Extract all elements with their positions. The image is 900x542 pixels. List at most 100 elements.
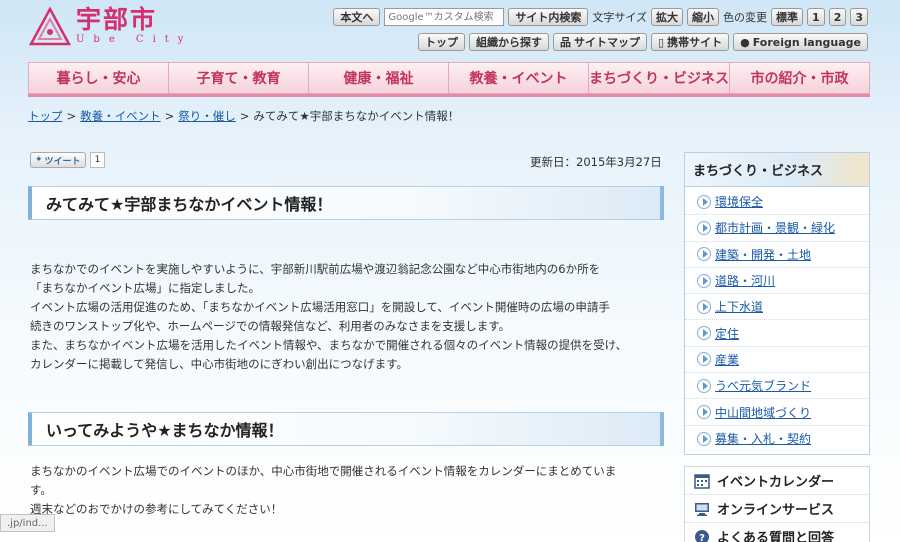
site-search-button[interactable]: サイト内検索 bbox=[508, 8, 589, 26]
org-search-button[interactable]: 組織から探す bbox=[469, 33, 550, 51]
breadcrumb-separator: > bbox=[66, 109, 77, 123]
sidebar-item-label: うべ元気ブランド bbox=[715, 379, 812, 394]
sidebar-item-roads-rivers[interactable]: 道路・河川 bbox=[685, 268, 869, 295]
gnav-item-health-welfare[interactable]: 健康・福祉 bbox=[309, 63, 449, 93]
arrow-right-icon bbox=[697, 431, 711, 446]
sidebar-quick-links: イベントカレンダー オンラインサービス ? よくある質問と回答 bbox=[684, 466, 870, 542]
color-standard-button[interactable]: 標準 bbox=[771, 8, 804, 26]
section-line: まちなかのイベント広場でのイベントのほか、中心市街地で開催されるイベント情報をカ… bbox=[30, 464, 617, 478]
breadcrumb-separator: > bbox=[239, 109, 250, 123]
breadcrumb-link-culture-events[interactable]: 教養・イベント bbox=[80, 109, 161, 123]
intro-paragraph: まちなかでのイベントを実施しやすいように、宇部新川駅前広場や渡辺翁記念公園など中… bbox=[30, 260, 660, 374]
foreign-language-button[interactable]: ● Foreign language bbox=[733, 33, 868, 51]
skip-to-content-button[interactable]: 本文へ bbox=[333, 8, 381, 26]
sidebar-item-label: 上下水道 bbox=[715, 300, 764, 315]
calendar-icon bbox=[693, 473, 711, 489]
sidebar-item-label: 環境保全 bbox=[715, 195, 764, 210]
logo-japanese-text: 宇部市 bbox=[76, 5, 158, 34]
event-calendar-label: イベントカレンダー bbox=[717, 475, 835, 490]
sidebar-item-label: 産業 bbox=[715, 352, 740, 367]
intro-line: また、まちなかイベント広場を活用したイベント情報や、まちなかで開催される個々のイ… bbox=[30, 338, 628, 352]
question-icon: ? bbox=[693, 529, 711, 542]
intro-line: イベント広場の活用促進のため、「まちなかイベント広場活用窓口」を開設して、イベン… bbox=[30, 300, 610, 314]
mobile-site-button[interactable]: ▯ 携帯サイト bbox=[651, 33, 730, 51]
sidebar-item-building-land[interactable]: 建築・開発・土地 bbox=[685, 242, 869, 268]
page-title: みてみて★宇部まちなかイベント情報！ bbox=[46, 195, 333, 214]
gnav-item-city-admin[interactable]: 市の紹介・市政 bbox=[730, 63, 869, 93]
font-enlarge-button[interactable]: 拡大 bbox=[651, 8, 684, 26]
breadcrumb: トップ > 教養・イベント > 祭り・催し > みてみて★宇部まちなかイベント情報！ bbox=[28, 108, 459, 124]
sitemap-label: サイトマップ bbox=[574, 36, 641, 49]
section-paragraph: まちなかのイベント広場でのイベントのほか、中心市街地で開催されるイベント情報をカ… bbox=[30, 462, 660, 519]
logo-english-text: Ube City bbox=[76, 34, 193, 45]
arrow-right-icon bbox=[697, 194, 711, 209]
breadcrumb-current: みてみて★宇部まちなかイベント情報！ bbox=[253, 109, 460, 123]
tweet-widget: ✦ ツイート 1 bbox=[30, 152, 106, 168]
section-heading-box: いってみようや★まちなか情報！ bbox=[28, 412, 664, 446]
sidebar-heading: まちづくり・ビジネス bbox=[684, 152, 870, 186]
intro-line: 「まちなかイベント広場」に指定しました。 bbox=[30, 281, 260, 295]
sidebar-item-label: 建築・開発・土地 bbox=[715, 247, 812, 262]
search-input[interactable] bbox=[384, 8, 505, 26]
arrow-right-icon bbox=[697, 273, 711, 288]
tweet-button[interactable]: ✦ ツイート bbox=[30, 152, 86, 168]
gnav-item-childcare-education[interactable]: 子育て・教育 bbox=[169, 63, 309, 93]
sidebar-item-industry[interactable]: 産業 bbox=[685, 347, 869, 374]
sidebar-item-label: 都市計画・景観・緑化 bbox=[715, 221, 836, 236]
tweet-label: ツイート bbox=[44, 156, 81, 167]
twitter-bird-icon: ✦ bbox=[35, 155, 43, 165]
font-size-label: 文字サイズ bbox=[592, 11, 648, 24]
svg-text:?: ? bbox=[699, 533, 705, 542]
color-3-button[interactable]: 3 bbox=[850, 8, 868, 26]
color-1-button[interactable]: 1 bbox=[807, 8, 825, 26]
top-page-button[interactable]: トップ bbox=[418, 33, 466, 51]
sidebar-item-environment[interactable]: 環境保全 bbox=[685, 189, 869, 216]
arrow-right-icon bbox=[697, 378, 711, 393]
sitemap-button[interactable]: 品 サイトマップ bbox=[553, 33, 648, 51]
sidebar-item-urban-planning[interactable]: 都市計画・景観・緑化 bbox=[685, 215, 869, 242]
faq-link[interactable]: ? よくある質問と回答 bbox=[685, 523, 869, 542]
sidebar-item-settlement[interactable]: 定住 bbox=[685, 320, 869, 347]
intro-line: 続きのワンストップ化や、ホームページでの情報発信など、利用者のみなさまを支援しま… bbox=[30, 319, 511, 333]
ube-city-emblem-icon bbox=[28, 6, 72, 46]
foreign-language-label: Foreign language bbox=[752, 35, 861, 49]
sidebar-item-label: 中山間地域づくり bbox=[715, 405, 812, 420]
sidebar-category: まちづくり・ビジネス 環境保全 都市計画・景観・緑化 建築・開発・土地 道路・河… bbox=[684, 152, 870, 455]
mobile-site-label: 携帯サイト bbox=[667, 36, 723, 49]
event-calendar-link[interactable]: イベントカレンダー bbox=[685, 467, 869, 495]
online-service-label: オンラインサービス bbox=[717, 503, 835, 518]
sidebar-item-bids-contracts[interactable]: 募集・入札・契約 bbox=[685, 426, 869, 452]
online-service-link[interactable]: オンラインサービス bbox=[685, 495, 869, 523]
arrow-right-icon bbox=[697, 247, 711, 262]
breadcrumb-link-festivals[interactable]: 祭り・催し bbox=[178, 109, 236, 123]
arrow-right-icon bbox=[697, 326, 711, 341]
status-bar-url: .jp/ind... bbox=[0, 514, 55, 532]
gnav-item-culture-events[interactable]: 教養・イベント bbox=[449, 63, 589, 93]
breadcrumb-separator: > bbox=[164, 109, 175, 123]
arrow-right-icon bbox=[697, 299, 711, 314]
gnav-item-life-safety[interactable]: 暮らし・安心 bbox=[29, 63, 169, 93]
section-line: 週末などのおでかけの参考にしてみてください！ bbox=[30, 502, 283, 516]
sidebar-item-ube-brand[interactable]: うべ元気ブランド bbox=[685, 373, 869, 400]
sidebar-item-water-sewer[interactable]: 上下水道 bbox=[685, 294, 869, 321]
updated-date: 更新日：2015年3月27日 bbox=[530, 155, 662, 169]
color-2-button[interactable]: 2 bbox=[828, 8, 847, 26]
speech-bubble-icon: ● bbox=[740, 35, 750, 49]
gnav-divider bbox=[28, 94, 870, 97]
faq-label: よくある質問と回答 bbox=[717, 531, 835, 542]
sidebar-item-label: 道路・河川 bbox=[715, 274, 776, 289]
color-change-label: 色の変更 bbox=[723, 11, 768, 24]
arrow-right-icon bbox=[697, 352, 711, 367]
section-heading: いってみようや★まちなか情報！ bbox=[46, 421, 284, 440]
section-line: す。 bbox=[30, 483, 52, 497]
arrow-right-icon bbox=[697, 405, 711, 420]
gnav-item-town-business[interactable]: まちづくり・ビジネス bbox=[589, 63, 730, 93]
sitemap-icon: 品 bbox=[560, 36, 572, 49]
site-logo[interactable]: 宇部市 Ube City bbox=[28, 6, 192, 48]
breadcrumb-link-top[interactable]: トップ bbox=[28, 109, 63, 123]
font-shrink-button[interactable]: 縮小 bbox=[687, 8, 720, 26]
computer-icon bbox=[693, 501, 711, 517]
sidebar-item-rural-development[interactable]: 中山間地域づくり bbox=[685, 399, 869, 426]
page-title-box: みてみて★宇部まちなかイベント情報！ bbox=[28, 186, 664, 220]
global-nav: 暮らし・安心 子育て・教育 健康・福祉 教養・イベント まちづくり・ビジネス 市… bbox=[28, 62, 870, 94]
